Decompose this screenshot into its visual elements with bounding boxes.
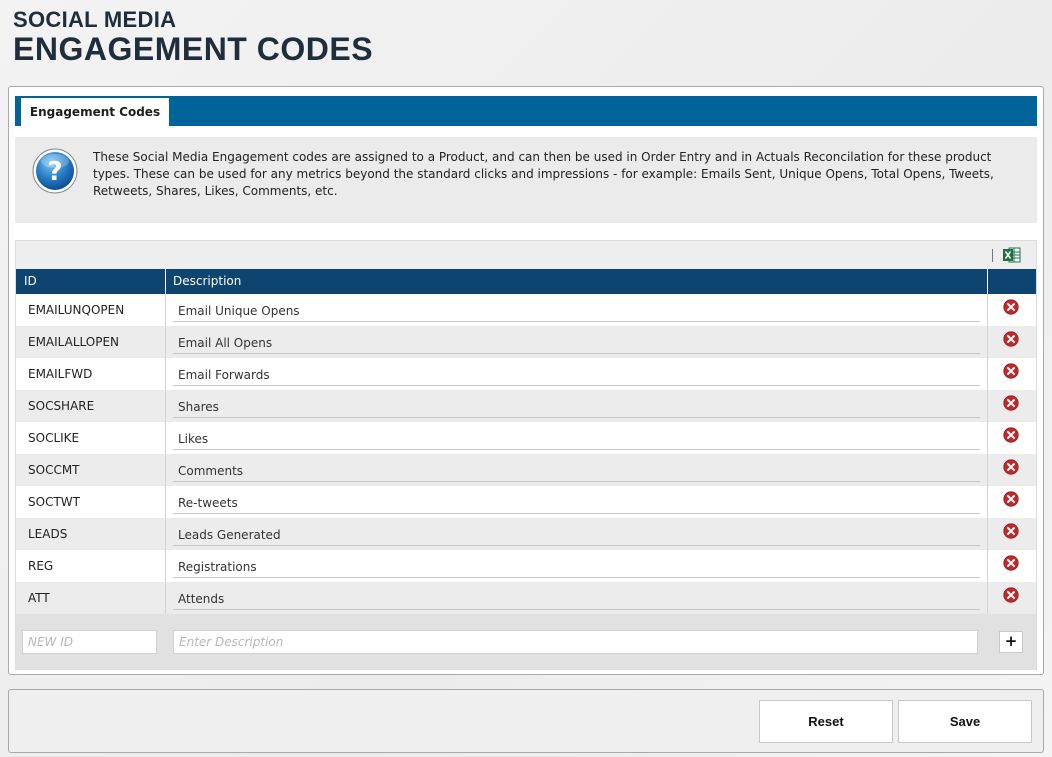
footer-bar: Reset Save: [8, 689, 1044, 753]
delete-icon[interactable]: [1003, 459, 1019, 475]
table-row: REG Registrations: [16, 550, 1036, 582]
delete-icon[interactable]: [1003, 331, 1019, 347]
table-row: ATT Attends: [16, 582, 1036, 614]
description-field[interactable]: Email Unique Opens: [173, 302, 980, 322]
grid-body: EMAILUNQOPEN Email Unique Opens EMAILALLOP…: [16, 294, 1036, 614]
table-row: EMAILUNQOPEN Email Unique Opens: [16, 294, 1036, 326]
row-actions-cell: [988, 358, 1036, 390]
row-description-cell: Leads Generated: [166, 518, 988, 550]
page-subtitle: SOCIAL MEDIA: [13, 7, 177, 32]
description-field[interactable]: Likes: [173, 430, 980, 450]
row-id-cell: REG: [16, 550, 166, 582]
description-field[interactable]: Email All Opens: [173, 334, 980, 354]
row-id-cell: SOCCMT: [16, 454, 166, 486]
main-panel: Engagement Codes ? These Social Media En…: [8, 86, 1044, 675]
row-actions-cell: [988, 294, 1036, 326]
excel-icon[interactable]: [1003, 247, 1021, 263]
new-description-input[interactable]: [173, 630, 978, 654]
description-field[interactable]: Attends: [173, 590, 980, 610]
row-actions-cell: [988, 326, 1036, 358]
delete-icon[interactable]: [1003, 523, 1019, 539]
column-header-actions: [988, 269, 1036, 294]
column-header-id[interactable]: ID: [16, 269, 166, 294]
delete-icon[interactable]: [1003, 395, 1019, 411]
new-row: +: [16, 614, 1036, 670]
table-row: SOCCMT Comments: [16, 454, 1036, 486]
row-actions-cell: [988, 422, 1036, 454]
tab-engagement-codes[interactable]: Engagement Codes: [21, 98, 169, 126]
delete-icon[interactable]: [1003, 491, 1019, 507]
row-id-cell: LEADS: [16, 518, 166, 550]
delete-icon[interactable]: [1003, 299, 1019, 315]
row-description-cell: Likes: [166, 422, 988, 454]
description-field[interactable]: Shares: [173, 398, 980, 418]
row-id-cell: EMAILUNQOPEN: [16, 294, 166, 326]
delete-icon[interactable]: [1003, 555, 1019, 571]
table-row: SOCLIKE Likes: [16, 422, 1036, 454]
row-id-cell: EMAILALLOPEN: [16, 326, 166, 358]
description-field[interactable]: Leads Generated: [173, 526, 980, 546]
row-actions-cell: [988, 582, 1036, 614]
row-id-cell: EMAILFWD: [16, 358, 166, 390]
row-description-cell: Re-tweets: [166, 486, 988, 518]
row-id-cell: ATT: [16, 582, 166, 614]
row-actions-cell: [988, 486, 1036, 518]
row-description-cell: Registrations: [166, 550, 988, 582]
svg-text:?: ?: [47, 157, 62, 187]
column-header-description[interactable]: Description: [166, 269, 988, 294]
info-text: These Social Media Engagement codes are …: [93, 150, 994, 198]
save-button[interactable]: Save: [898, 700, 1032, 743]
row-id-cell: SOCSHARE: [16, 390, 166, 422]
description-field[interactable]: Comments: [173, 462, 980, 482]
row-actions-cell: [988, 518, 1036, 550]
tab-bar: Engagement Codes: [15, 96, 1037, 126]
toolbar-separator: [992, 249, 993, 262]
table-row: LEADS Leads Generated: [16, 518, 1036, 550]
grid-toolbar: [16, 241, 1036, 269]
add-row-button[interactable]: +: [999, 631, 1023, 653]
delete-icon[interactable]: [1003, 587, 1019, 603]
grid-header-row: ID Description: [16, 269, 1036, 294]
info-box: ? These Social Media Engagement codes ar…: [15, 137, 1037, 223]
row-description-cell: Comments: [166, 454, 988, 486]
description-field[interactable]: Registrations: [173, 558, 980, 578]
row-description-cell: Shares: [166, 390, 988, 422]
page-title: ENGAGEMENT CODES: [13, 31, 374, 67]
page-header: SOCIAL MEDIA ENGAGEMENT CODES: [13, 7, 374, 67]
row-actions-cell: [988, 550, 1036, 582]
row-id-cell: SOCTWT: [16, 486, 166, 518]
row-description-cell: Email Unique Opens: [166, 294, 988, 326]
description-field[interactable]: Email Forwards: [173, 366, 980, 386]
new-id-input[interactable]: [22, 630, 157, 654]
row-description-cell: Attends: [166, 582, 988, 614]
table-row: EMAILFWD Email Forwards: [16, 358, 1036, 390]
row-actions-cell: [988, 390, 1036, 422]
row-id-cell: SOCLIKE: [16, 422, 166, 454]
help-icon: ?: [32, 148, 78, 194]
table-row: SOCSHARE Shares: [16, 390, 1036, 422]
delete-icon[interactable]: [1003, 427, 1019, 443]
row-actions-cell: [988, 454, 1036, 486]
row-description-cell: Email All Opens: [166, 326, 988, 358]
description-field[interactable]: Re-tweets: [173, 494, 980, 514]
engagement-codes-grid: ID Description EMAILUNQOPEN Email Unique …: [15, 240, 1037, 670]
delete-icon[interactable]: [1003, 363, 1019, 379]
row-description-cell: Email Forwards: [166, 358, 988, 390]
table-row: SOCTWT Re-tweets: [16, 486, 1036, 518]
reset-button[interactable]: Reset: [759, 700, 893, 743]
table-row: EMAILALLOPEN Email All Opens: [16, 326, 1036, 358]
